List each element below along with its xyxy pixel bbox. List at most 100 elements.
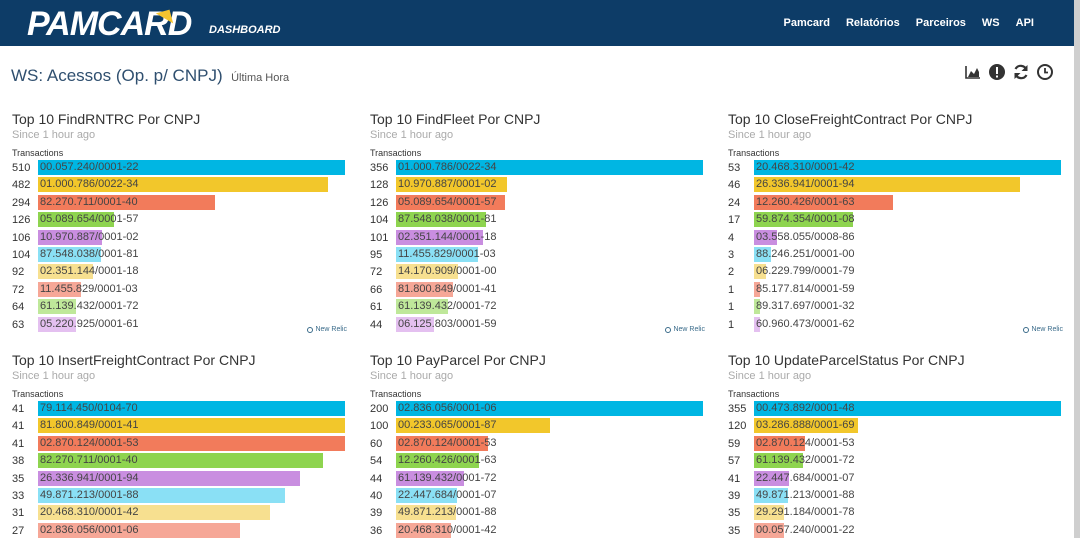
alert-icon[interactable] — [988, 63, 1006, 81]
bar-row[interactable]: 39 49.871.213/0001-88 — [728, 487, 1063, 505]
nav-item-parceiros[interactable]: Parceiros — [916, 17, 966, 29]
bar-row[interactable]: 31 20.468.310/0001-42 — [12, 505, 347, 522]
bar-row[interactable]: 104 87.548.038/0001-81 — [12, 246, 347, 264]
bar-row[interactable]: 41 02.870.124/0001-53 — [12, 435, 347, 453]
bar-row[interactable]: 72 14.170.909/0001-00 — [370, 264, 705, 281]
bar-row[interactable]: 3 88.246.251/0001-00 — [728, 246, 1063, 264]
bar-value: 356 — [370, 162, 389, 174]
bar-label: 20.468.310/0001-42 — [398, 523, 497, 536]
bar-row[interactable]: 44 61.139.432/0001-72 — [370, 470, 705, 488]
bar-row[interactable]: 95 11.455.829/0001-03 — [370, 246, 705, 264]
bar-row[interactable]: 61 61.139.432/0001-72 — [370, 299, 705, 316]
bar-row[interactable]: 44 06.125.803/0001-59 — [370, 316, 705, 334]
bar-row[interactable]: 17 59.874.354/0001-08 — [728, 212, 1063, 229]
bar-row[interactable]: 64 61.139.432/0001-72 — [12, 299, 347, 316]
nav-item-ws[interactable]: WS — [982, 17, 1000, 29]
bar-value: 355 — [728, 403, 747, 415]
bar-value: 53 — [728, 162, 741, 174]
bar-label: 10.970.887/0001-02 — [398, 178, 497, 191]
bar-row[interactable]: 54 12.260.426/0001-63 — [370, 453, 705, 470]
bar-row[interactable]: 57 61.139.432/0001-72 — [728, 453, 1063, 470]
bar-row[interactable]: 24 12.260.426/0001-63 — [728, 194, 1063, 212]
nav-item-pamcard[interactable]: Pamcard — [783, 17, 829, 29]
panel-title: Top 10 UpdateParcelStatus Por CNPJ — [728, 352, 965, 368]
bar-row[interactable]: 53 20.468.310/0001-42 — [728, 160, 1063, 177]
page-scrollbar[interactable] — [1074, 0, 1080, 538]
bar-row[interactable]: 2 06.229.799/0001-79 — [728, 264, 1063, 281]
bar-row[interactable]: 200 02.836.056/0001-06 — [370, 401, 705, 418]
bar-row[interactable]: 482 01.000.786/0022-34 — [12, 177, 347, 194]
bar-row[interactable]: 35 00.057.240/0001-22 — [728, 522, 1063, 540]
clock-icon[interactable] — [1036, 63, 1054, 81]
bar-row[interactable]: 126 05.089.654/0001-57 — [370, 194, 705, 212]
bar-row[interactable]: 66 81.800.849/0001-41 — [370, 281, 705, 299]
bar-label: 00.057.240/0001-22 — [756, 523, 855, 536]
bar-row[interactable]: 27 02.836.056/0001-06 — [12, 522, 347, 540]
new-relic-icon — [665, 326, 672, 333]
bar-row[interactable]: 41 22.447.684/0001-07 — [728, 470, 1063, 488]
bar-row[interactable]: 100 00.233.065/0001-87 — [370, 418, 705, 435]
bar-value: 39 — [728, 489, 741, 502]
bar-label: 87.548.038/0001-81 — [398, 213, 497, 226]
bar-value: 61 — [370, 301, 383, 314]
bar-row[interactable]: 63 05.220.925/0001-61 — [12, 316, 347, 334]
bar-row[interactable]: 101 02.351.144/0001-18 — [370, 229, 705, 247]
panel-closefreightcontract: Top 10 CloseFreightContract Por CNPJ Sin… — [728, 111, 1063, 334]
bar-row[interactable]: 1 60.960.473/0001-62 — [728, 316, 1063, 334]
bar-label: 49.871.213/0001-88 — [40, 488, 139, 501]
bar-row[interactable]: 39 49.871.213/0001-88 — [370, 505, 705, 522]
bar-label: 61.139.432/0001-72 — [398, 300, 497, 313]
bar-value: 38 — [12, 455, 25, 468]
toolbar — [964, 63, 1054, 81]
bar-value: 41 — [728, 472, 741, 485]
bar-label: 22.447.684/0001-07 — [398, 488, 497, 501]
bar-row[interactable]: 33 49.871.213/0001-88 — [12, 487, 347, 505]
bar-label: 01.000.786/0022-34 — [398, 161, 497, 173]
bar-row[interactable]: 355 00.473.892/0001-48 — [728, 401, 1063, 418]
bar-rows: 355 00.473.892/0001-48 120 03.286.888/0001-… — [728, 401, 1063, 540]
refresh-icon[interactable] — [1012, 63, 1030, 81]
panel-unit-label: Transactions — [12, 389, 64, 399]
panel-updateparcelstatus: Top 10 UpdateParcelStatus Por CNPJ Since… — [728, 352, 1063, 540]
bar-row[interactable]: 294 82.270.711/0001-40 — [12, 194, 347, 212]
bar-row[interactable]: 35 29.291.184/0001-78 — [728, 505, 1063, 522]
bar-row[interactable]: 72 11.455.829/0001-03 — [12, 281, 347, 299]
bar-row[interactable]: 104 87.548.038/0001-81 — [370, 212, 705, 229]
bar-label: 11.455.829/0001-03 — [398, 247, 496, 260]
bar-row[interactable]: 1 89.317.697/0001-32 — [728, 299, 1063, 316]
bar-row[interactable]: 92 02.351.144/0001-18 — [12, 264, 347, 281]
bar-row[interactable]: 128 10.970.887/0001-02 — [370, 177, 705, 194]
bar-row[interactable]: 41 79.114.450/0104-70 — [12, 401, 347, 418]
new-relic-badge[interactable]: New Relic — [307, 326, 347, 333]
panel-insertfreightcontract: Top 10 InsertFreightContract Por CNPJ Si… — [12, 352, 347, 540]
bar-row[interactable]: 40 22.447.684/0001-07 — [370, 487, 705, 505]
page-title: WS: Acessos (Op. p/ CNPJ) — [11, 66, 223, 85]
bar-row[interactable]: 4 03.558.055/0008-86 — [728, 229, 1063, 247]
panel-title: Top 10 PayParcel Por CNPJ — [370, 352, 546, 368]
bar-row[interactable]: 120 03.286.888/0001-69 — [728, 418, 1063, 435]
scrollbar-thumb[interactable] — [1074, 0, 1080, 538]
new-relic-badge[interactable]: New Relic — [1023, 326, 1063, 333]
nav-item-api[interactable]: API — [1016, 17, 1034, 29]
bar-row[interactable]: 38 82.270.711/0001-40 — [12, 453, 347, 470]
bar-row[interactable]: 46 26.336.941/0001-94 — [728, 177, 1063, 194]
bar-row[interactable]: 36 20.468.310/0001-42 — [370, 522, 705, 540]
bar-row[interactable]: 126 05.089.654/0001-57 — [12, 212, 347, 229]
nav-item-relatorios[interactable]: Relatórios — [846, 17, 900, 29]
bar-row[interactable]: 1 85.177.814/0001-59 — [728, 281, 1063, 299]
bar-value: 126 — [370, 196, 389, 209]
bar-row[interactable]: 59 02.870.124/0001-53 — [728, 435, 1063, 453]
bar-row[interactable]: 60 02.870.124/0001-53 — [370, 435, 705, 453]
bar-row[interactable]: 510 00.057.240/0001-22 — [12, 160, 347, 177]
new-relic-label: New Relic — [315, 326, 347, 333]
bar-label: 02.870.124/0001-53 — [40, 436, 139, 449]
bar-row[interactable]: 106 10.970.887/0001-02 — [12, 229, 347, 247]
bar-row[interactable]: 35 26.336.941/0001-94 — [12, 470, 347, 488]
area-chart-icon[interactable] — [964, 63, 982, 81]
bar-row[interactable]: 356 01.000.786/0022-34 — [370, 160, 705, 177]
bar-label: 14.170.909/0001-00 — [398, 265, 497, 278]
new-relic-badge[interactable]: New Relic — [665, 326, 705, 333]
bar-row[interactable]: 41 81.800.849/0001-41 — [12, 418, 347, 435]
bar-value: 17 — [728, 214, 741, 227]
top-navbar: PAMCARD DASHBOARD Pamcard Relatórios Par… — [0, 0, 1074, 46]
